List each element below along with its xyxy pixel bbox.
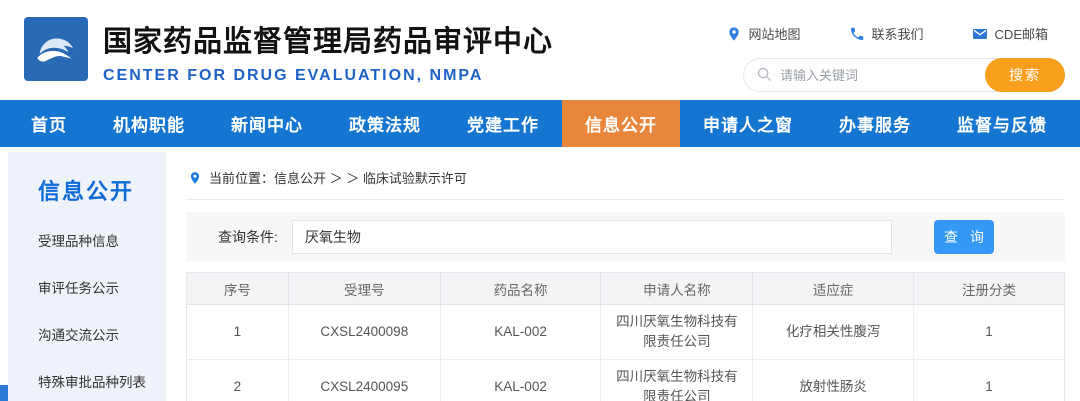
- sidebar-item-special-approval[interactable]: 特殊审批品种列表: [38, 371, 166, 391]
- cell-indication: 放射性肠炎: [753, 360, 914, 401]
- cell-drug-name: KAL-002: [440, 305, 601, 360]
- query-input[interactable]: [292, 220, 892, 254]
- col-header-applicant: 申请人名称: [601, 273, 753, 305]
- cell-registration-class: 1: [913, 305, 1064, 360]
- page: 国家药品监督管理局药品审评中心 CENTER FOR DRUG EVALUATI…: [0, 0, 1080, 401]
- sidebar-item-communication[interactable]: 沟通交流公示: [38, 324, 166, 344]
- site-title: 国家药品监督管理局药品审评中心: [103, 18, 553, 60]
- sidebar-item-review-tasks[interactable]: 审评任务公示: [38, 277, 166, 297]
- site-header: 国家药品监督管理局药品审评中心 CENTER FOR DRUG EVALUATI…: [0, 0, 1080, 100]
- sidebar-title[interactable]: 信息公开: [38, 174, 166, 206]
- quick-link-sitemap[interactable]: 网站地图: [726, 24, 801, 43]
- nav-item-home[interactable]: 首页: [8, 100, 90, 147]
- search-icon: [756, 66, 773, 83]
- cell-acceptance-no: CXSL2400095: [288, 360, 440, 401]
- mail-icon: [972, 26, 988, 42]
- title-block: 国家药品监督管理局药品审评中心 CENTER FOR DRUG EVALUATI…: [103, 18, 553, 85]
- quick-link-label: CDE邮箱: [995, 24, 1048, 43]
- query-button[interactable]: 查 询: [934, 220, 994, 254]
- body-row: 信息公开 受理品种信息 审评任务公示 沟通交流公示 特殊审批品种列表 优先审评公…: [0, 147, 1080, 401]
- cell-indication: 化疗相关性腹泻: [753, 305, 914, 360]
- main-nav: 首页 机构职能 新闻中心 政策法规 党建工作 信息公开 申请人之窗 办事服务 监…: [0, 100, 1080, 147]
- map-pin-icon: [726, 26, 742, 42]
- sidebar: 信息公开 受理品种信息 审评任务公示 沟通交流公示 特殊审批品种列表 优先审评公…: [8, 152, 166, 401]
- corner-strip: [0, 385, 8, 401]
- query-bar: 查询条件: 查 询: [186, 212, 1065, 262]
- quick-link-label: 网站地图: [749, 24, 801, 43]
- nav-item-policies[interactable]: 政策法规: [326, 100, 444, 147]
- table-row: 2 CXSL2400095 KAL-002 四川厌氧生物科技有限责任公司 放射性…: [187, 360, 1065, 401]
- swoosh-logo-icon: [30, 23, 82, 75]
- quick-links: 网站地图 联系我们 CDE邮箱: [726, 24, 1048, 43]
- header-search: 搜索: [743, 58, 1065, 92]
- cell-applicant: 四川厌氧生物科技有限责任公司: [601, 360, 753, 401]
- site-subtitle: CENTER FOR DRUG EVALUATION, NMPA: [103, 67, 553, 85]
- nav-item-party[interactable]: 党建工作: [444, 100, 562, 147]
- results-table: 序号 受理号 药品名称 申请人名称 适应症 注册分类 1 CXSL2400098…: [186, 272, 1065, 401]
- cell-index: 2: [187, 360, 289, 401]
- col-header-index: 序号: [187, 273, 289, 305]
- nav-item-services[interactable]: 办事服务: [816, 100, 934, 147]
- breadcrumb: 当前位置：信息公开 ＞ ＞ 临床试验默示许可: [186, 152, 1065, 200]
- table-header-row: 序号 受理号 药品名称 申请人名称 适应症 注册分类: [187, 273, 1065, 305]
- nav-item-registration-platform[interactable]: 登记备案平台: [1070, 100, 1080, 147]
- cell-index: 1: [187, 305, 289, 360]
- nav-item-applicant-window[interactable]: 申请人之窗: [680, 100, 816, 147]
- location-pin-icon: [188, 170, 202, 186]
- search-button[interactable]: 搜索: [985, 58, 1065, 92]
- quick-link-mailbox[interactable]: CDE邮箱: [972, 24, 1048, 43]
- cell-registration-class: 1: [913, 360, 1064, 401]
- nav-item-functions[interactable]: 机构职能: [90, 100, 208, 147]
- cde-logo[interactable]: [24, 17, 88, 81]
- col-header-drug-name: 药品名称: [440, 273, 601, 305]
- col-header-indication: 适应症: [753, 273, 914, 305]
- sidebar-item-accepted-varieties[interactable]: 受理品种信息: [38, 230, 166, 250]
- quick-link-label: 联系我们: [872, 24, 924, 43]
- table-row: 1 CXSL2400098 KAL-002 四川厌氧生物科技有限责任公司 化疗相…: [187, 305, 1065, 360]
- cell-acceptance-no: CXSL2400098: [288, 305, 440, 360]
- cell-applicant: 四川厌氧生物科技有限责任公司: [601, 305, 753, 360]
- nav-item-news[interactable]: 新闻中心: [208, 100, 326, 147]
- col-header-acceptance-no: 受理号: [288, 273, 440, 305]
- col-header-registration-class: 注册分类: [913, 273, 1064, 305]
- cell-drug-name: KAL-002: [440, 360, 601, 401]
- phone-icon: [849, 26, 865, 42]
- main-content: 当前位置：信息公开 ＞ ＞ 临床试验默示许可 查询条件: 查 询 序号 受理号 …: [186, 152, 1065, 401]
- quick-link-contact[interactable]: 联系我们: [849, 24, 924, 43]
- nav-item-supervision[interactable]: 监督与反馈: [934, 100, 1070, 147]
- query-label: 查询条件:: [218, 227, 278, 247]
- breadcrumb-text: 当前位置：信息公开 ＞ ＞ 临床试验默示许可: [209, 168, 467, 187]
- nav-item-info-disclosure[interactable]: 信息公开: [562, 100, 680, 147]
